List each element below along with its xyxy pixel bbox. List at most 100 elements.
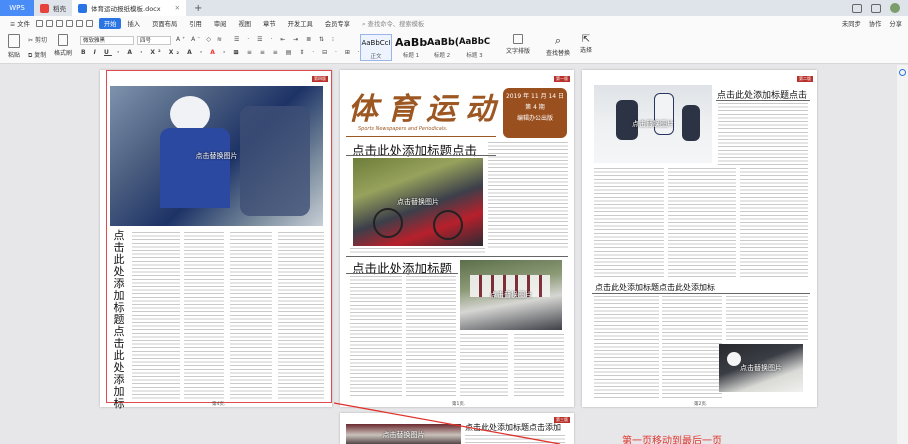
export-pdf-icon[interactable] <box>45 20 53 27</box>
redo-icon[interactable] <box>85 20 93 27</box>
page-tag: 第四版 <box>312 76 328 82</box>
print-preview-icon[interactable] <box>65 20 73 27</box>
avatar[interactable] <box>890 3 900 13</box>
masthead-title[interactable]: 体育运动 <box>348 84 504 128</box>
football-photo[interactable]: 点击替换图片 <box>110 86 323 226</box>
style-sample: AaBbC <box>458 37 491 47</box>
tab-section[interactable]: 章节 <box>257 19 282 28</box>
page-2[interactable]: 第二版 点击替换图片 点击此处添加标题点击 点击此处添加标题点击此处添加标 点击… <box>582 70 817 407</box>
window-controls <box>852 0 908 16</box>
right-side-panel <box>897 65 908 444</box>
issue-info-box[interactable]: 2019 年 11 月 14 日 第 4 期 编辑办公出版 <box>503 88 567 138</box>
paste-button[interactable]: 粘贴 <box>6 34 22 59</box>
text-column <box>350 248 485 254</box>
font-name-select[interactable]: 微软雅黑 <box>80 36 134 45</box>
tab-start[interactable]: 开始 <box>98 18 122 29</box>
text-layout-label: 文字排版 <box>505 48 530 55</box>
search-icon: ⌕ <box>362 20 366 28</box>
cut-button[interactable]: ✂ 剪切 <box>28 35 47 44</box>
paste-label: 粘贴 <box>7 52 20 59</box>
team-photo[interactable]: 点击替换图片 <box>346 424 461 444</box>
text-column <box>465 435 565 444</box>
page-3[interactable]: 第三版 点击替换图片 点击此处添加标题点击添加 <box>340 413 574 444</box>
tab-label: 稻壳 <box>53 5 66 13</box>
cycling-photo[interactable]: 点击替换图片 <box>353 158 483 246</box>
headline[interactable]: 点击此处添加标题点击添加 <box>465 422 561 433</box>
style-label: 正文 <box>370 54 382 60</box>
sync-status[interactable]: 未同步 <box>842 19 861 28</box>
page-tag: 第一版 <box>554 76 570 82</box>
file-menu[interactable]: ≡ 文件 <box>4 19 36 28</box>
font-size-select[interactable]: 四号 <box>137 36 171 45</box>
issue-number: 第 4 期 <box>525 104 545 111</box>
find-replace-label: 查找替换 <box>545 50 570 57</box>
format-painter-label: 格式刷 <box>53 50 72 57</box>
close-tab-icon[interactable]: ✕ <box>175 4 180 12</box>
select-button[interactable]: ⇱ 选择 <box>576 34 596 54</box>
tab-view[interactable]: 视图 <box>232 19 257 28</box>
text-column <box>594 168 664 278</box>
quick-access-toolbar <box>35 20 93 27</box>
page-1[interactable]: 第一版 体育运动 Sports Newspapers and Periodica… <box>340 70 574 407</box>
text-column <box>740 168 808 278</box>
text-column <box>662 296 722 398</box>
tab-insert[interactable]: 插入 <box>121 19 146 28</box>
alignment-buttons[interactable]: ≡ ≡ ≡ ≡ ▤ ⇕ · ⊟ · ⊞ · <box>234 49 363 56</box>
location-icon[interactable] <box>899 69 906 76</box>
jersey-shape <box>160 128 230 208</box>
tab-document[interactable]: 体育运动报纸模板.docx ✕ <box>72 0 187 16</box>
grid-icon[interactable] <box>871 3 881 13</box>
masthead-divider <box>346 136 496 137</box>
masthead-subtitle: Sports Newspapers and Periodicals. <box>358 126 448 132</box>
golf-photo[interactable]: 点击替换图片 <box>719 344 803 392</box>
save-icon[interactable] <box>35 20 43 27</box>
undo-icon[interactable] <box>75 20 83 27</box>
style-heading-2[interactable]: AaBb( 标题 2 <box>427 34 459 61</box>
wps-home-tab[interactable]: WPS <box>0 0 34 16</box>
layout-icon[interactable] <box>852 3 862 13</box>
document-canvas[interactable]: 第四版 点击替换图片 点击此处添加标题点击此处添加标 第4页. 第一版 体育运动… <box>0 65 908 444</box>
copy-button[interactable]: ⧉ 复制 <box>28 50 46 60</box>
share-button[interactable]: 分享 <box>889 19 902 28</box>
page-4[interactable]: 第四版 点击替换图片 点击此处添加标题点击此处添加标 第4页. <box>100 70 332 410</box>
print-icon[interactable] <box>55 20 63 27</box>
style-heading-1[interactable]: AaBb 标题 1 <box>395 34 427 61</box>
text-column <box>406 276 456 398</box>
text-column <box>184 232 224 400</box>
tab-page-layout[interactable]: 页面布局 <box>146 19 183 28</box>
text-layout-icon <box>513 34 523 44</box>
page-number: 第1页. <box>452 402 466 407</box>
tab-label: 体育运动报纸模板.docx <box>91 5 161 13</box>
hockey-photo[interactable]: 点击替换图片 <box>594 85 712 163</box>
collaborate-button[interactable]: 协作 <box>869 19 882 28</box>
format-painter-button[interactable]: 格式刷 <box>53 34 73 57</box>
text-column <box>726 296 808 341</box>
style-heading-3[interactable]: AaBbC 标题 3 <box>457 34 492 61</box>
headline-2[interactable]: 点击此处添加标题 <box>352 258 452 277</box>
style-normal[interactable]: AaBbCcI 正文 <box>360 34 392 61</box>
tab-references[interactable]: 引用 <box>183 19 208 28</box>
tab-daoke[interactable]: 稻壳 <box>34 0 72 16</box>
command-search[interactable]: ⌕ 查找命令、搜索模板 <box>356 19 430 29</box>
find-replace-button[interactable]: ⌕ 查找替换 <box>543 34 573 57</box>
baseball-team-photo[interactable]: 点击替换图片 <box>460 260 562 330</box>
tab-developer[interactable]: 开发工具 <box>282 19 319 28</box>
headline-2[interactable]: 点击此处添加标题点击此处添加标 <box>595 282 715 293</box>
list-buttons[interactable]: ☰ · ☰ · ⇤ ⇥ ≣ ⇅ ⁝ <box>234 36 337 43</box>
cursor-icon: ⇱ <box>581 34 591 45</box>
vertical-title[interactable]: 点击此处添加标题点击此处添加标 <box>113 230 125 410</box>
headline-1[interactable]: 点击此处添加标题点击 <box>352 140 477 159</box>
page-tag: 第二版 <box>797 76 813 82</box>
text-column <box>350 276 402 398</box>
tab-review[interactable]: 审阅 <box>208 19 233 28</box>
player-shape <box>240 106 310 216</box>
font-size-grow-shrink[interactable]: A⁺ A⁻ ◇ ≋ <box>176 36 224 43</box>
text-layout-button[interactable]: 文字排版 <box>505 34 531 55</box>
new-tab-button[interactable]: + <box>186 0 210 16</box>
style-sample: AaBb <box>395 36 428 49</box>
helmet-shape <box>170 96 210 132</box>
tab-member[interactable]: 会员专享 <box>319 19 356 28</box>
font-style-buttons[interactable]: B I U · A · X² X₂ A · A · ⊞ <box>81 49 241 56</box>
paste-icon <box>8 34 20 48</box>
document-icon <box>78 3 87 13</box>
